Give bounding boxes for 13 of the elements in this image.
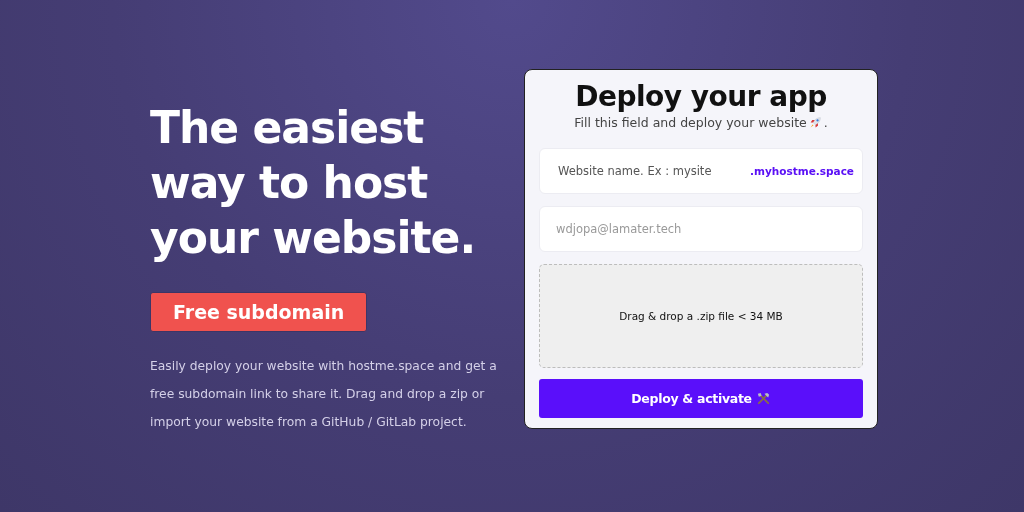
domain-suffix: .myhostme.space — [750, 165, 854, 177]
card-subtitle: Fill this field and deploy your website — [574, 115, 807, 130]
website-name-field[interactable]: Website name. Ex : mysite — [556, 163, 750, 179]
subtitle-period: . — [823, 115, 828, 130]
tools-icon — [755, 391, 771, 406]
rocket-icon — [808, 116, 822, 129]
email-field[interactable]: wdjopa@lamater.tech — [539, 206, 863, 252]
dropzone-label: Drag & drop a .zip file < 34 MB — [619, 310, 783, 322]
card-title: Deploy your app — [575, 80, 827, 113]
deploy-button[interactable]: Deploy & activate — [539, 379, 863, 418]
headline: The easiest way to host your website. — [150, 101, 477, 265]
description: Easily deploy your website with hostme.space and get a free subdomain link to share it. Drag and drop a zip or import your website from a GitHub / GitLab project. — [150, 358, 498, 431]
file-dropzone[interactable]: Drag & drop a .zip file < 34 MB — [539, 264, 863, 368]
